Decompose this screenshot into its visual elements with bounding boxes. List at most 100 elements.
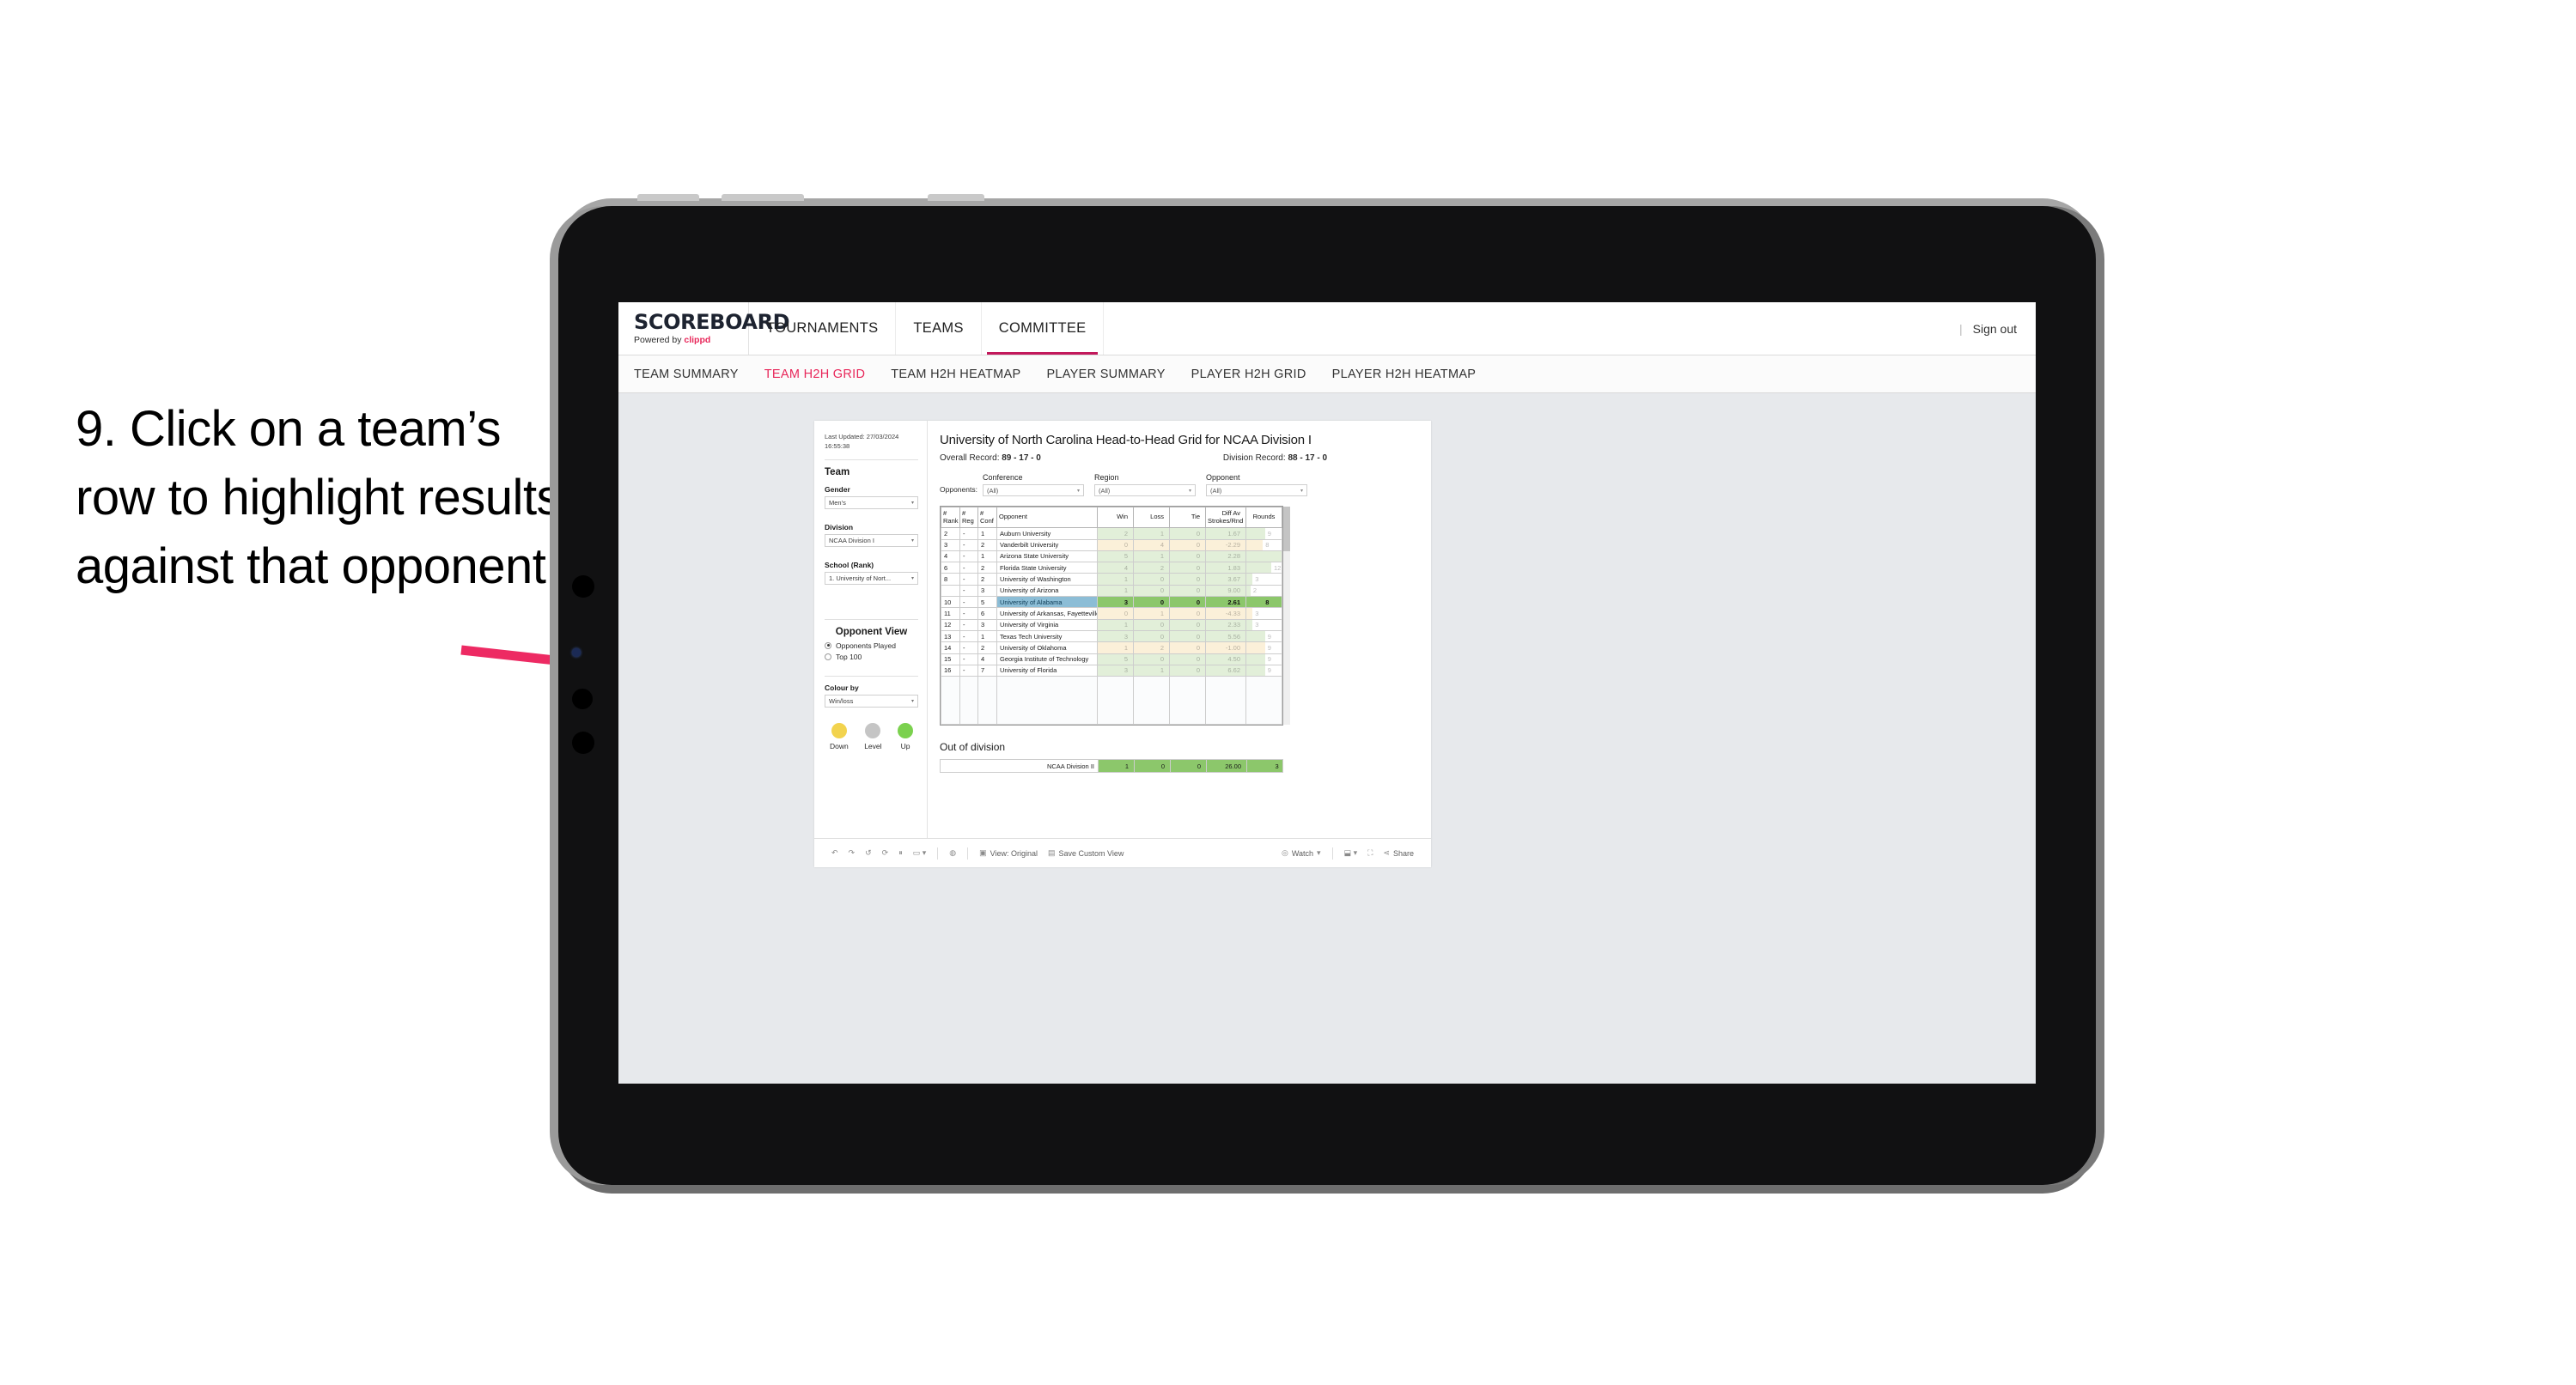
watch-button[interactable]: ◎ Watch ▾ [1276,848,1326,858]
table-row[interactable]: 3-2 Vanderbilt University 0 4 0 -2.29 8 [941,538,1282,551]
divider [825,459,918,460]
save-custom-view-button[interactable]: ▤ Save Custom View [1043,848,1129,858]
pause-updates-icon[interactable]: ⏸ [893,848,908,858]
redo-icon[interactable]: ↷ [843,848,861,858]
power-button[interactable] [928,194,984,201]
cell-opponent: University of Alabama [996,596,1098,609]
records-row: Overall Record: 89 - 17 - 0 Division Rec… [940,453,1416,463]
cell-diff: 5.56 [1205,629,1246,643]
col-rounds: Rounds [1245,506,1282,529]
download-icon[interactable]: ⬓ ▾ [1339,848,1363,858]
share-icon: ⋖ [1383,848,1390,857]
brand-tagline: Powered by clippd [634,335,711,345]
conference-select[interactable]: (All) ▾ [982,484,1084,496]
cell-tie: 0 [1169,664,1206,677]
table-row[interactable]: 8-2 University of Washington 1 0 0 3.67 3 [941,573,1282,586]
cell-reg: - [959,618,978,631]
cell-diff: -2.29 [1205,538,1246,551]
cell-win: 1 [1097,618,1134,631]
opponent-select[interactable]: (All) ▾ [1205,484,1307,496]
opponents-label: Opponents: [940,485,977,494]
radio-top-100[interactable]: Top 100 [825,653,918,661]
nav-tab-tournaments[interactable]: TOURNAMENTS [749,302,897,355]
cell-rounds: 3 [1245,607,1282,620]
subtab-player-h2h-grid[interactable]: PLAYER H2H GRID [1191,368,1306,381]
share-button[interactable]: ⋖ Share [1378,848,1419,858]
subtab-team-summary[interactable]: TEAM SUMMARY [634,368,739,381]
volume-button-2[interactable] [722,194,804,201]
gender-select[interactable]: Men’s ▾ [825,495,918,509]
radio-opponents-played[interactable]: Opponents Played [825,641,918,650]
cell-loss: 1 [1133,550,1170,563]
brand-logo[interactable]: SCOREBOARD Powered by clippd [618,302,790,355]
cell-rank: 6 [941,562,960,574]
opponent-filters: Opponents: Conference (All) ▾ Region (Al [940,473,1416,496]
division-select[interactable]: NCAA Division I ▾ [825,533,918,547]
sensor-dot [572,689,593,709]
h2h-table-container: # Rank # Reg # Conf Opponent Win Loss Tie D… [940,506,1290,726]
rounds-value: 2 [1252,586,1257,595]
cell-reg: - [959,653,978,665]
out-of-division-table: NCAA Division II 1 0 0 26.00 3 [940,759,1283,774]
legend-item-up: Up [898,722,913,750]
table-row[interactable]: 12-3 University of Virginia 1 0 0 2.33 3 [941,618,1282,631]
cell-tie: 0 [1169,562,1206,574]
table-row[interactable]: 15-4 Georgia Institute of Technology 5 0 0 4.… [941,653,1282,665]
table-row[interactable]: 13-1 Texas Tech University 3 0 0 5.56 9 [941,629,1282,643]
cell-opponent: University of Washington [996,573,1098,586]
table-row[interactable]: 10-5 University of Alabama 3 0 0 2.61 8 [941,596,1282,609]
highlight-icon[interactable]: ◍ [944,848,961,858]
table-row[interactable]: 16-7 University of Florida 3 1 0 6.62 9 [941,664,1282,677]
signout-link[interactable]: Sign out [1973,322,2017,336]
volume-button-1[interactable] [637,194,699,201]
camera-lens [572,575,594,598]
subtab-player-h2h-heatmap[interactable]: PLAYER H2H HEATMAP [1332,368,1477,381]
scrollbar-thumb[interactable] [1283,507,1290,551]
divider [825,675,918,677]
divider [825,618,918,620]
legend-label: Up [900,741,910,750]
subtab-player-summary[interactable]: PLAYER SUMMARY [1046,368,1165,381]
cell-rank: 8 [941,573,960,586]
nav-tab-committee[interactable]: COMMITTEE [982,302,1105,355]
col-rank: # Rank [941,506,960,529]
cell-conf: 1 [977,550,997,563]
fit-icon[interactable]: ▭ ▾ [908,848,932,858]
subtab-team-h2h-grid[interactable]: TEAM H2H GRID [764,368,866,381]
cell-opponent: Florida State University [996,562,1098,574]
subtab-team-h2h-heatmap[interactable]: TEAM H2H HEATMAP [891,368,1020,381]
table-row[interactable]: 2-1 Auburn University 2 1 0 1.67 9 [941,527,1282,540]
cell-opponent: Auburn University [996,527,1098,540]
share-label: Share [1392,848,1414,858]
rounds-bar [1246,574,1253,585]
table-row[interactable]: 4-1Arizona State University5102.2817 [941,550,1282,563]
school-select[interactable]: 1. University of Nort... ▾ [825,571,918,585]
bottom-toolbar: ↶ ↷ ↺ ⟳ ⏸ ▭ ▾ ◍ ▣ View: Original ▤ Save … [814,838,1431,867]
colour-by-select[interactable]: Win/loss ▾ [825,694,918,708]
fullscreen-icon[interactable]: ⛶ [1362,848,1378,858]
table-row[interactable]: 11-6 University of Arkansas, Fayetteville… [941,607,1282,620]
rounds-value: 9 [1267,666,1271,675]
table-scrollbar[interactable] [1283,507,1290,726]
refresh-data-icon[interactable]: ⟳ [877,848,894,858]
nav-tab-teams[interactable]: TEAMS [896,302,982,355]
cell-rank: 13 [941,629,960,643]
division-record: Division Record: 88 - 17 - 0 [1222,453,1328,463]
view-icon: ▣ [979,848,987,857]
view-original-button[interactable]: ▣ View: Original [974,848,1043,858]
legend-label: Level [864,741,882,750]
cell-diff: -1.00 [1205,641,1246,654]
revert-icon[interactable]: ↺ [860,848,877,858]
out-of-division-row[interactable]: NCAA Division II 1 0 0 26.00 3 [940,759,1283,774]
cell-rounds: 9 [1245,664,1282,677]
region-select[interactable]: (All) ▾ [1093,484,1196,496]
table-row[interactable]: 14-2 University of Oklahoma 1 2 0 -1.00 9 [941,641,1282,654]
ood-win: 1 [1098,759,1135,774]
cell-rounds: 9 [1245,641,1282,654]
table-row[interactable]: 6-2 Florida State University 4 2 0 1.83 12 [941,562,1282,574]
visualization-card: Last Updated: 27/03/2024 16:55:38 Team G… [814,421,1431,867]
table-row[interactable]: -3 University of Arizona 1 0 0 9.00 2 [941,584,1282,598]
undo-icon[interactable]: ↶ [826,848,843,858]
chevron-down-icon: ▾ [1076,488,1080,494]
gender-label: Gender [825,484,850,494]
